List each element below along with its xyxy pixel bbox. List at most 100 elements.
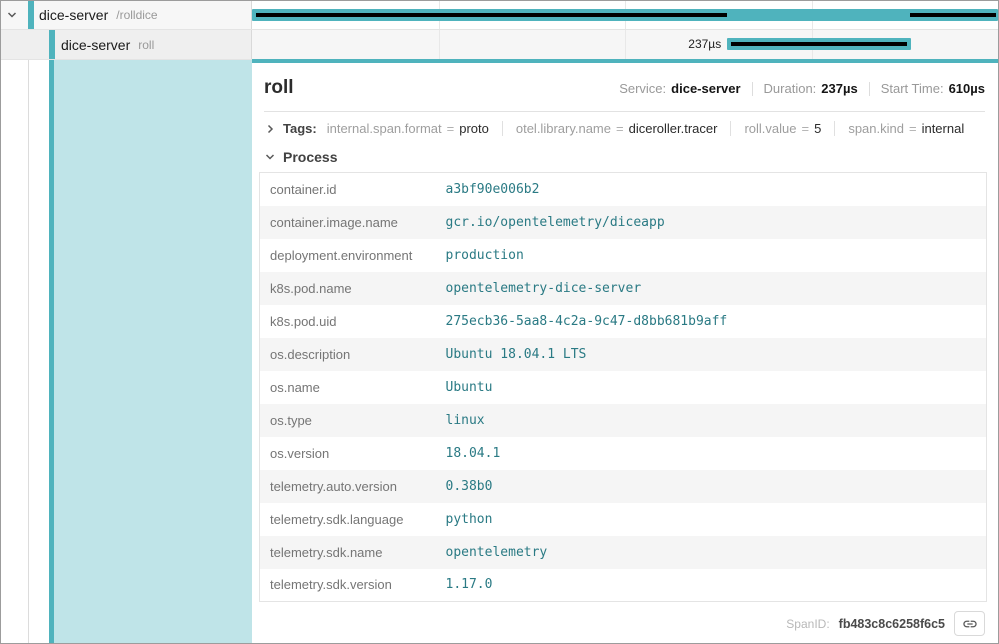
table-row: telemetry.sdk.nameopentelemetry bbox=[260, 536, 987, 569]
timeline-gridline bbox=[439, 30, 440, 59]
tag-equals: = bbox=[447, 121, 455, 136]
table-row: telemetry.auto.version0.38b0 bbox=[260, 470, 987, 503]
span-color-swatch bbox=[28, 1, 34, 29]
trace-timeline-rows: dice-server /rolldice dice-server roll 2… bbox=[1, 1, 998, 59]
link-icon bbox=[962, 616, 978, 632]
duration-label: Duration: bbox=[764, 81, 817, 96]
process-key: container.id bbox=[260, 173, 436, 206]
service-value: dice-server bbox=[671, 81, 740, 96]
service-label: Service: bbox=[619, 81, 666, 96]
tag-item: internal.span.format = proto bbox=[327, 121, 489, 136]
span-detail-indent-guides bbox=[1, 59, 252, 643]
process-key: k8s.pod.uid bbox=[260, 305, 436, 338]
span-name-cell[interactable]: dice-server /rolldice bbox=[1, 1, 252, 29]
tags-section-toggle[interactable]: Tags: internal.span.format = proto otel.… bbox=[252, 112, 998, 144]
table-row: k8s.pod.nameopentelemetry-dice-server bbox=[260, 272, 987, 305]
process-key: k8s.pod.name bbox=[260, 272, 436, 305]
process-value: linux bbox=[436, 404, 987, 437]
process-key-value-table: container.ida3bf90e006b2 container.image… bbox=[259, 172, 987, 602]
process-key: telemetry.auto.version bbox=[260, 470, 436, 503]
process-value: 0.38b0 bbox=[436, 470, 987, 503]
table-row: k8s.pod.uid275ecb36-5aa8-4c2a-9c47-d8bb6… bbox=[260, 305, 987, 338]
span-service-name: dice-server bbox=[61, 37, 130, 53]
tag-key: roll.value bbox=[744, 121, 796, 136]
selected-span-tint bbox=[54, 60, 252, 643]
child-duration-label: 237µs bbox=[688, 37, 721, 51]
process-value: opentelemetry bbox=[436, 536, 987, 569]
indent-guide-line bbox=[28, 60, 29, 643]
process-value: 18.04.1 bbox=[436, 437, 987, 470]
process-key: os.type bbox=[260, 404, 436, 437]
tag-value: internal bbox=[922, 121, 965, 136]
span-row-roll-selected[interactable]: dice-server roll 237µs bbox=[1, 30, 998, 59]
span-timeline-cell: 237µs bbox=[252, 30, 998, 59]
root-span-bar[interactable] bbox=[252, 9, 998, 21]
table-row: os.descriptionUbuntu 18.04.1 LTS bbox=[260, 338, 987, 371]
span-detail-footer: SpanID: fb483c8c6258f6c5 bbox=[252, 611, 985, 636]
process-key: container.image.name bbox=[260, 206, 436, 239]
timeline-gridline bbox=[625, 30, 626, 59]
tag-value: 5 bbox=[814, 121, 821, 136]
jaeger-span-detail-view: { "trace_view": { "spans": [ { "service"… bbox=[0, 0, 999, 644]
tag-key: otel.library.name bbox=[516, 121, 611, 136]
tag-key: span.kind bbox=[848, 121, 904, 136]
meta-separator bbox=[869, 82, 870, 96]
tag-value: proto bbox=[459, 121, 489, 136]
span-operation-name: roll bbox=[138, 38, 154, 52]
process-section-label: Process bbox=[283, 149, 337, 165]
meta-separator bbox=[752, 82, 753, 96]
chevron-right-icon bbox=[264, 123, 276, 135]
process-key: deployment.environment bbox=[260, 239, 436, 272]
span-service-name: dice-server bbox=[39, 7, 108, 23]
span-name-cell[interactable]: dice-server roll bbox=[1, 30, 252, 59]
child-span-bar[interactable] bbox=[727, 38, 911, 50]
start-time-value: 610µs bbox=[949, 81, 985, 96]
collapse-children-button[interactable] bbox=[1, 9, 23, 21]
tag-item: roll.value = 5 bbox=[730, 121, 821, 136]
tag-equals: = bbox=[909, 121, 917, 136]
span-detail-title: roll bbox=[264, 77, 294, 99]
tag-item: otel.library.name = diceroller.tracer bbox=[502, 121, 718, 136]
chevron-down-icon bbox=[264, 151, 276, 163]
span-timeline-cell bbox=[252, 1, 998, 29]
process-key: os.version bbox=[260, 437, 436, 470]
duration-value: 237µs bbox=[821, 81, 857, 96]
tag-equals: = bbox=[616, 121, 624, 136]
process-value: production bbox=[436, 239, 987, 272]
critical-path-segment-2 bbox=[910, 13, 996, 17]
start-time-label: Start Time: bbox=[881, 81, 944, 96]
process-key: os.description bbox=[260, 338, 436, 371]
tag-item: span.kind = internal bbox=[834, 121, 964, 136]
table-row: os.typelinux bbox=[260, 404, 987, 437]
process-value: gcr.io/opentelemetry/diceapp bbox=[436, 206, 987, 239]
table-row: os.version18.04.1 bbox=[260, 437, 987, 470]
tags-list: internal.span.format = proto otel.librar… bbox=[327, 121, 965, 136]
process-value: a3bf90e006b2 bbox=[436, 173, 987, 206]
process-section-toggle[interactable]: Process bbox=[252, 144, 998, 172]
span-detail-header: roll Service: dice-server Duration: 237µ… bbox=[252, 63, 998, 99]
deep-link-button[interactable] bbox=[954, 611, 985, 636]
process-value: Ubuntu bbox=[436, 371, 987, 404]
tag-equals: = bbox=[802, 121, 810, 136]
process-value: Ubuntu 18.04.1 LTS bbox=[436, 338, 987, 371]
span-detail-meta: Service: dice-server Duration: 237µs Sta… bbox=[619, 81, 985, 96]
span-operation-name: /rolldice bbox=[116, 8, 157, 22]
critical-path-child-segment bbox=[731, 42, 907, 46]
table-row: container.image.namegcr.io/opentelemetry… bbox=[260, 206, 987, 239]
table-row: telemetry.sdk.languagepython bbox=[260, 503, 987, 536]
span-row-rolldice[interactable]: dice-server /rolldice bbox=[1, 1, 998, 30]
critical-path-segment-1 bbox=[256, 13, 727, 17]
process-value: python bbox=[436, 503, 987, 536]
table-row: deployment.environmentproduction bbox=[260, 239, 987, 272]
process-value: 275ecb36-5aa8-4c2a-9c47-d8bb681b9aff bbox=[436, 305, 987, 338]
process-value: 1.17.0 bbox=[436, 569, 987, 602]
tag-key: internal.span.format bbox=[327, 121, 442, 136]
table-row: container.ida3bf90e006b2 bbox=[260, 173, 987, 206]
spanid-value: fb483c8c6258f6c5 bbox=[839, 617, 945, 631]
tags-section-label: Tags: bbox=[283, 121, 317, 136]
spanid-label: SpanID: bbox=[786, 617, 829, 631]
process-key: telemetry.sdk.language bbox=[260, 503, 436, 536]
process-key: telemetry.sdk.version bbox=[260, 569, 436, 602]
process-value: opentelemetry-dice-server bbox=[436, 272, 987, 305]
chevron-down-icon bbox=[6, 9, 18, 21]
